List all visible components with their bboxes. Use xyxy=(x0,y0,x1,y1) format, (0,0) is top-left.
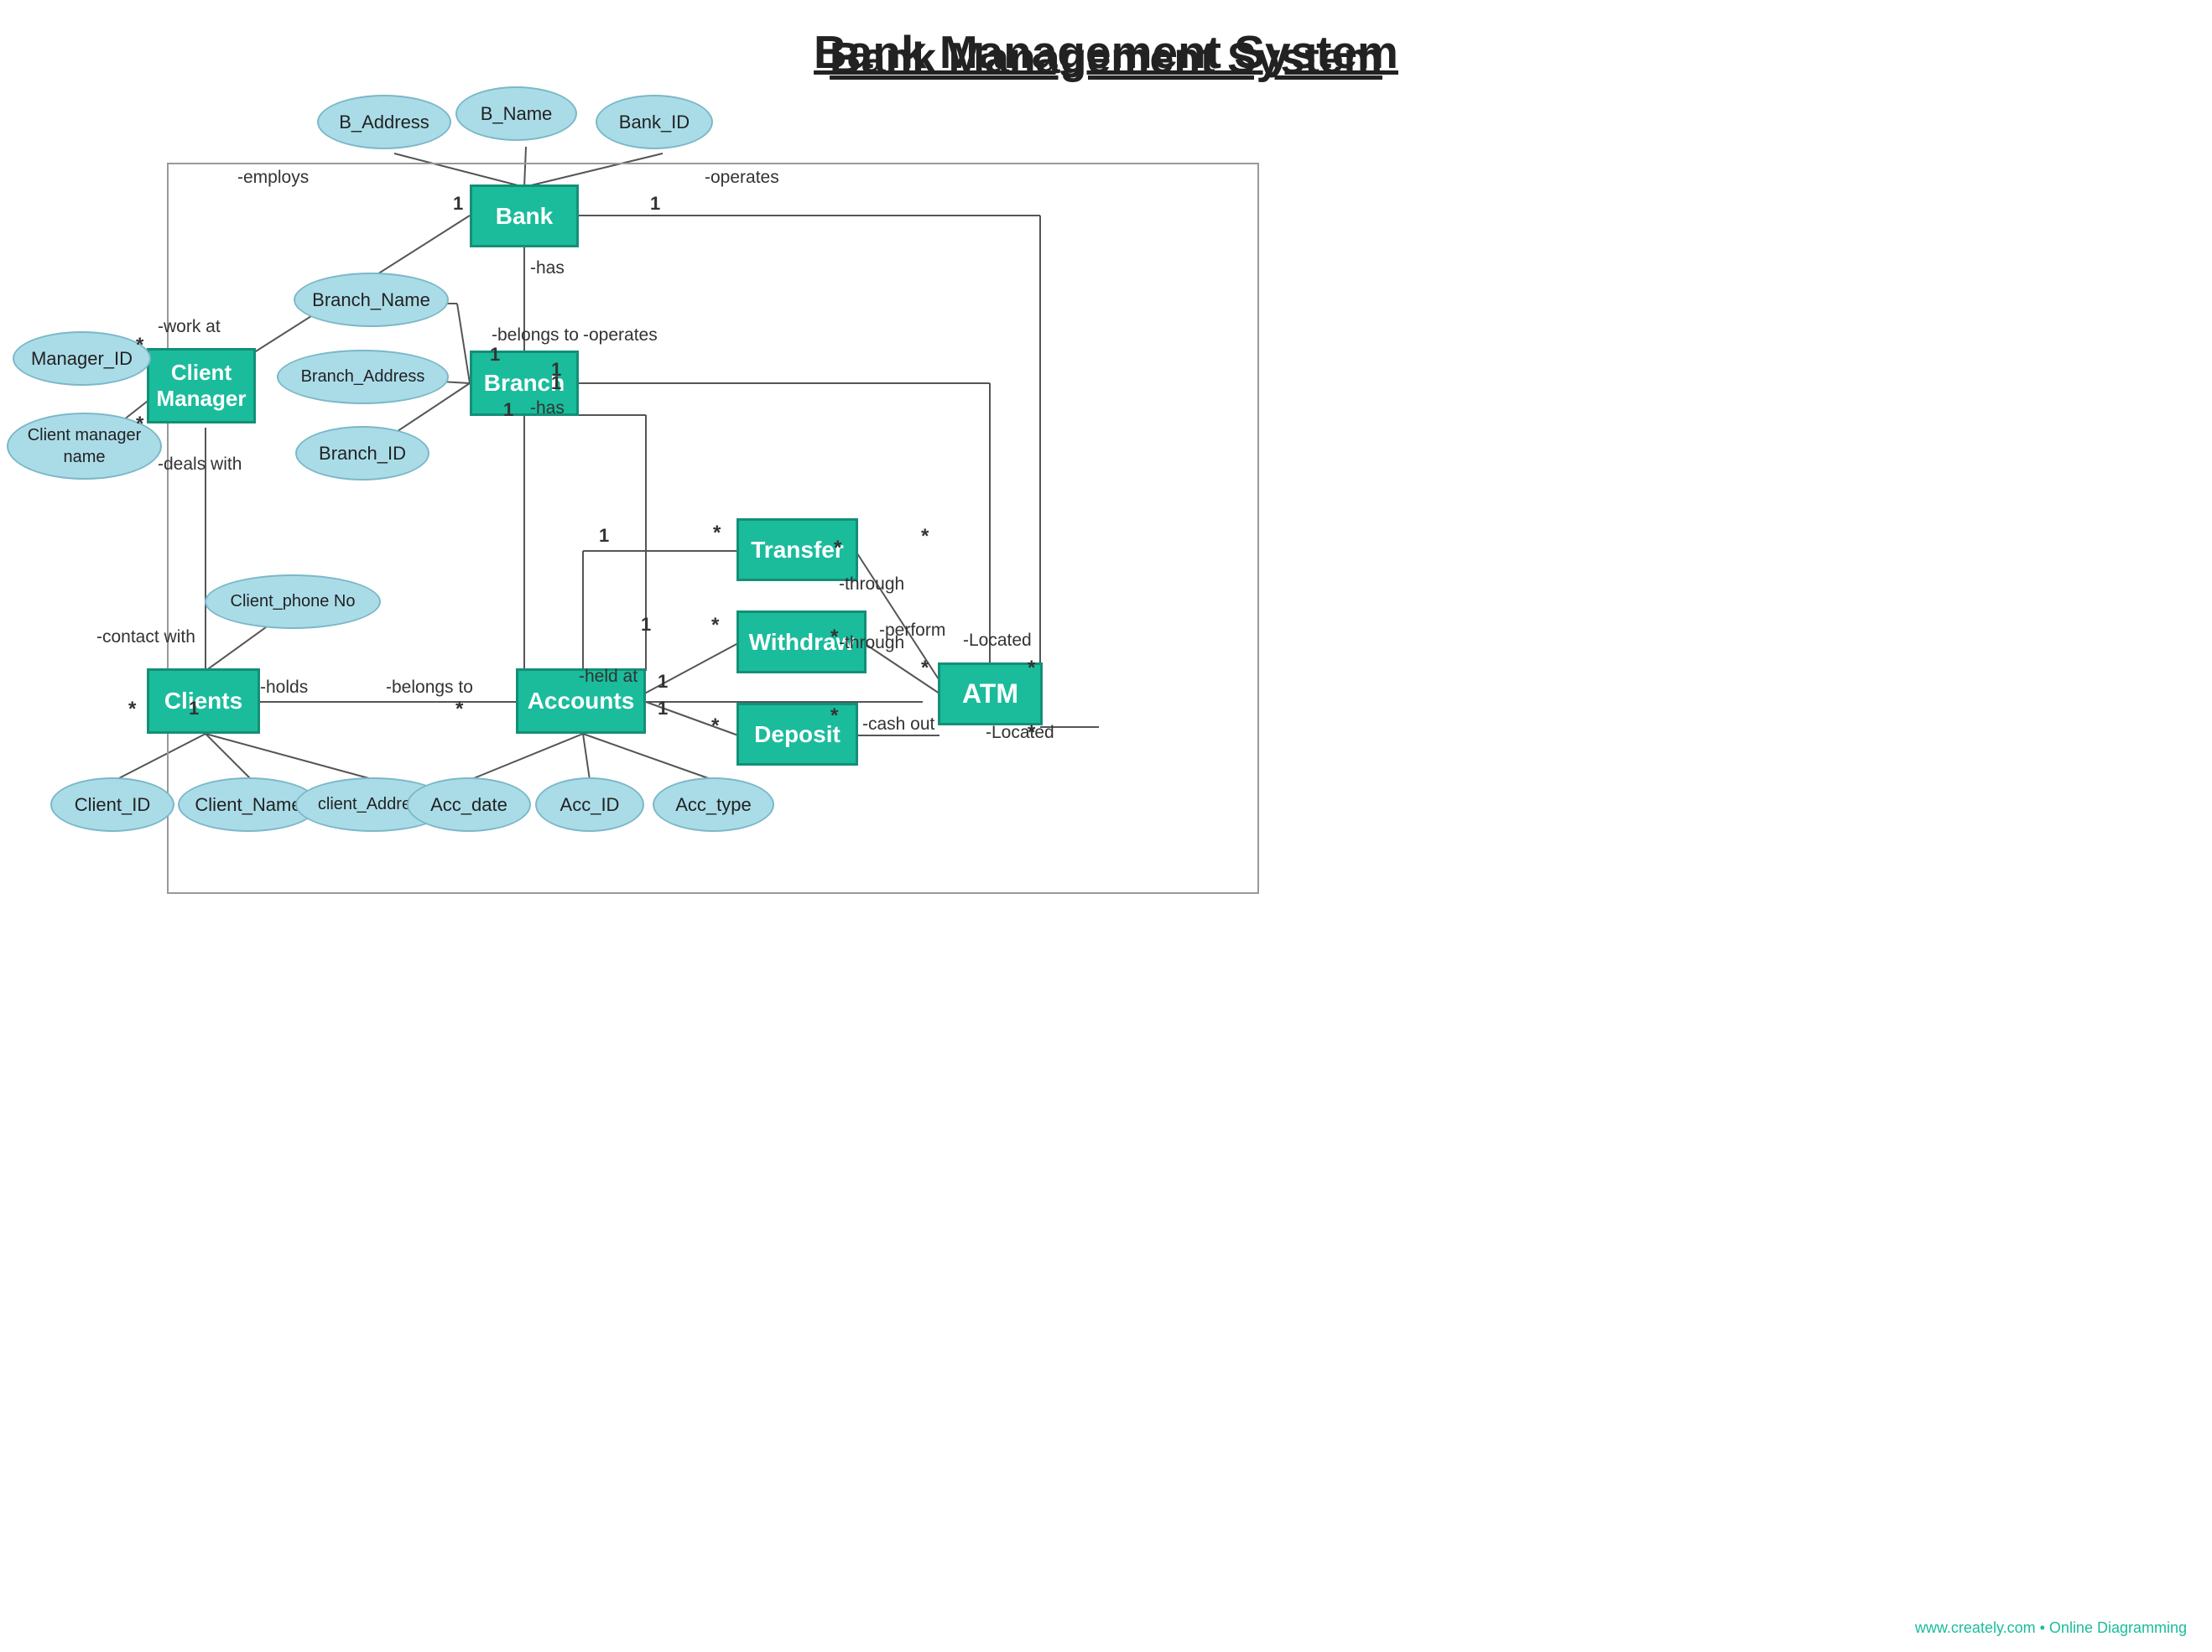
mult-star-cm1: * xyxy=(136,334,143,357)
mult-1-branch-has: 1 xyxy=(503,399,513,421)
mult-star-clients1: * xyxy=(128,698,136,721)
mult-1-deposit: 1 xyxy=(658,698,668,720)
diagram-area: Bank Management System xyxy=(0,0,2212,1652)
watermark: www.creately.com • Online Diagramming xyxy=(1915,1619,2187,1637)
attr-branch-id: Branch_ID xyxy=(295,426,429,481)
mult-star-deposit2: * xyxy=(830,704,838,728)
mult-star-deposit: * xyxy=(711,714,719,738)
attr-client-id: Client_ID xyxy=(50,777,174,832)
mult-1-accounts-held: 1 xyxy=(658,671,668,693)
mult-star-atm2: * xyxy=(921,657,929,680)
mult-1-branch-belongs: 1 xyxy=(490,344,500,366)
label-belongs-to: -belongs to xyxy=(492,325,579,345)
mult-star-transfer: * xyxy=(713,522,721,545)
mult-1-bank-branch: 1 xyxy=(453,193,463,215)
mult-1-branch-op2: 1 xyxy=(551,372,561,394)
label-through1: -through xyxy=(839,574,904,595)
entity-deposit[interactable]: Deposit xyxy=(736,703,858,766)
attr-acc-type: Acc_type xyxy=(653,777,774,832)
attr-acc-date: Acc_date xyxy=(407,777,531,832)
attr-b-address: B_Address xyxy=(317,95,451,149)
mult-star-withdraw2: * xyxy=(830,626,838,649)
attr-client-phone: Client_phone No xyxy=(205,574,381,629)
mult-star-cm2: * xyxy=(136,413,143,436)
label-located2: -Located xyxy=(986,723,1054,743)
mult-star-transfer2: * xyxy=(834,537,841,560)
label-employs: -employs xyxy=(237,168,309,188)
label-work-at: -work at xyxy=(158,317,221,337)
label-operates1: -operates xyxy=(705,168,779,188)
mult-star-withdraw: * xyxy=(711,614,719,637)
entity-client-manager[interactable]: ClientManager xyxy=(147,348,256,423)
label-has2: -has xyxy=(530,398,565,418)
attr-branch-address: Branch_Address xyxy=(277,350,449,404)
label-cash-out: -cash out xyxy=(862,714,934,735)
label-located1: -Located xyxy=(963,631,1032,651)
entity-clients[interactable]: Clients xyxy=(147,668,260,734)
label-belongs-to2: -belongs to xyxy=(386,678,473,698)
label-has1: -has xyxy=(530,258,565,278)
mult-star-atm3: * xyxy=(1028,657,1035,680)
mult-1-transfer: 1 xyxy=(599,525,609,547)
attr-branch-name: Branch_Name xyxy=(294,273,449,327)
mult-star-accounts1: * xyxy=(455,698,463,721)
label-held-at: -held at xyxy=(579,667,638,687)
label-holds: -holds xyxy=(260,678,308,698)
attr-acc-id: Acc_ID xyxy=(535,777,644,832)
attr-bank-id: Bank_ID xyxy=(596,95,713,149)
mult-1-clients: 1 xyxy=(189,698,199,720)
mult-star-atm4: * xyxy=(1028,721,1035,745)
label-contact-with: -contact with xyxy=(96,627,195,647)
attr-manager-id: Manager_ID xyxy=(13,331,151,386)
mult-1-withdraw: 1 xyxy=(641,614,651,636)
mult-1-bank-atm: 1 xyxy=(650,193,660,215)
attr-b-name: B_Name xyxy=(455,86,577,141)
entity-bank[interactable]: Bank xyxy=(470,184,579,247)
mult-star-atm1: * xyxy=(921,525,929,548)
label-operates2: -operates xyxy=(583,325,658,345)
label-perform: -perform xyxy=(879,621,945,641)
label-deals-with: -deals with xyxy=(158,455,242,475)
